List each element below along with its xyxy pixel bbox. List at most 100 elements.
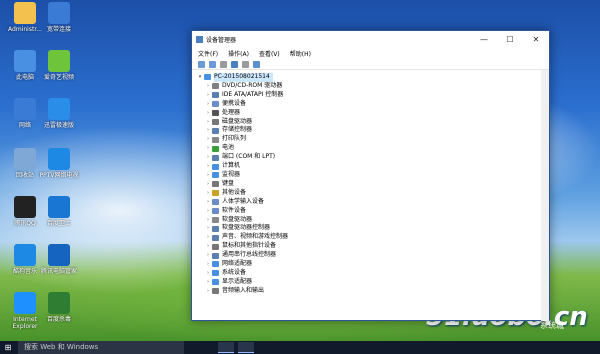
expand-arrow-icon[interactable]: › — [204, 198, 212, 207]
expand-arrow-icon[interactable]: › — [204, 189, 212, 198]
device-manager-icon — [196, 36, 203, 43]
desktop-icon[interactable]: 百度杀毒 — [38, 292, 80, 323]
device-category[interactable]: › 声音、视频和游戏控制器 — [196, 233, 549, 242]
expand-arrow-icon[interactable]: › — [204, 207, 212, 216]
device-category[interactable]: › 电池 — [196, 144, 549, 153]
desktop-icon-label: 百度杀毒 — [46, 316, 71, 323]
app-icon — [48, 244, 70, 266]
device-category[interactable]: › 计算机 — [196, 162, 549, 171]
scrollbar[interactable] — [541, 70, 549, 321]
expand-arrow-icon[interactable]: › — [204, 233, 212, 242]
expand-arrow-icon[interactable]: › — [204, 242, 212, 251]
menu-file[interactable]: 文件(F) — [198, 49, 218, 58]
app-icon — [14, 196, 36, 218]
expand-arrow-icon[interactable]: › — [204, 135, 212, 144]
device-icon — [212, 172, 219, 179]
expand-arrow-icon[interactable]: › — [204, 153, 212, 162]
expand-arrow-icon[interactable]: › — [204, 269, 212, 278]
expand-arrow-icon[interactable]: › — [204, 118, 212, 127]
maximize-button[interactable]: ☐ — [497, 35, 523, 44]
task-view-button[interactable] — [198, 342, 214, 353]
device-category-label: 监视器 — [222, 170, 241, 178]
list-icon[interactable] — [242, 60, 249, 68]
device-category[interactable]: › 其他设备 — [196, 189, 549, 198]
help-icon[interactable] — [231, 60, 238, 68]
desktop: Administr... 宽带连接 此电脑 爱奇艺视频 网络 迅雷极速版 回收站 PPTV网络… — [0, 0, 90, 340]
desktop-icon-label: PPTV网络电视 — [39, 172, 79, 179]
app-icon — [48, 196, 70, 218]
expand-arrow-icon[interactable]: › — [204, 162, 212, 171]
device-category-label: 端口 (COM 和 LPT) — [222, 153, 276, 161]
device-category[interactable]: › 显示适配器 — [196, 278, 549, 287]
menu-view[interactable]: 查看(V) — [259, 49, 280, 58]
expand-arrow-icon[interactable]: › — [204, 109, 212, 118]
taskbar-app-explorer[interactable] — [218, 342, 234, 353]
device-category-label: 计算机 — [222, 162, 241, 170]
device-category-label: 便携设备 — [222, 99, 247, 107]
start-button[interactable]: ⊞ — [0, 341, 16, 354]
expand-arrow-icon[interactable]: › — [204, 287, 212, 296]
expand-arrow-icon[interactable]: › — [204, 278, 212, 287]
desktop-icon[interactable]: 宽带连接 — [38, 2, 80, 33]
device-category[interactable]: › 软件设备 — [196, 207, 549, 216]
expand-arrow-icon[interactable]: › — [204, 216, 212, 225]
expand-arrow-icon[interactable]: › — [204, 224, 212, 233]
app-icon — [48, 50, 70, 72]
device-category-label: 系统设备 — [222, 268, 247, 276]
search-box[interactable]: 搜索 Web 和 Windows — [18, 341, 184, 354]
menu-help[interactable]: 帮助(H) — [290, 49, 311, 58]
device-category-label: 通用串行总线控制器 — [222, 251, 277, 259]
device-category[interactable]: › 处理器 — [196, 109, 549, 118]
forward-icon[interactable] — [209, 60, 216, 68]
desktop-icon[interactable]: 迅雷极速版 — [38, 98, 80, 129]
device-category[interactable]: › 键盘 — [196, 180, 549, 189]
device-category[interactable]: › 端口 (COM 和 LPT) — [196, 153, 549, 162]
device-category[interactable]: › 打印队列 — [196, 135, 549, 144]
back-icon[interactable] — [198, 60, 205, 68]
desktop-icon[interactable]: 爱奇艺视频 — [38, 50, 80, 81]
desktop-icon-label: 腾讯电脑管家 — [40, 268, 77, 275]
menu-action[interactable]: 操作(A) — [228, 49, 249, 58]
device-icon — [212, 136, 219, 143]
device-category[interactable]: › 人体学输入设备 — [196, 198, 549, 207]
device-category[interactable]: › 通用串行总线控制器 — [196, 251, 549, 260]
expand-arrow-icon[interactable]: › — [204, 180, 212, 189]
expand-arrow-icon[interactable]: › — [204, 100, 212, 109]
scan-icon[interactable] — [253, 60, 260, 68]
device-category[interactable]: › 便携设备 — [196, 100, 549, 109]
device-category[interactable]: › 音频输入和输出 — [196, 287, 549, 296]
expand-arrow-icon[interactable]: › — [204, 91, 212, 100]
tree-root[interactable]: ▾ PC-201508021514 — [196, 73, 549, 82]
device-category[interactable]: › DVD/CD-ROM 驱动器 — [196, 82, 549, 91]
device-category-label: 人体学输入设备 — [222, 197, 265, 205]
device-category[interactable]: › 鼠标和其他指针设备 — [196, 242, 549, 251]
device-icon — [212, 261, 219, 268]
desktop-icon[interactable]: 腾讯电脑管家 — [38, 244, 80, 275]
device-category-label: 显示适配器 — [222, 277, 253, 285]
device-category[interactable]: › 系统设备 — [196, 269, 549, 278]
expand-arrow-icon[interactable]: › — [204, 171, 212, 180]
device-category[interactable]: › 存储控制器 — [196, 126, 549, 135]
device-category[interactable]: › IDE ATA/ATAPI 控制器 — [196, 91, 549, 100]
desktop-icon-label: 迅雷极速版 — [43, 122, 74, 129]
device-category[interactable]: › 软盘驱动器控制器 — [196, 224, 549, 233]
expand-arrow-icon[interactable]: › — [204, 82, 212, 91]
device-category[interactable]: › 监视器 — [196, 171, 549, 180]
app-icon — [14, 148, 36, 170]
watermark-sub: 系统城 — [540, 321, 564, 330]
expand-arrow-icon[interactable]: › — [204, 260, 212, 269]
expand-arrow-icon[interactable]: › — [204, 144, 212, 153]
minimize-button[interactable]: — — [471, 35, 497, 44]
device-icon — [212, 225, 219, 232]
collapse-arrow-icon[interactable]: ▾ — [196, 73, 204, 82]
expand-arrow-icon[interactable]: › — [204, 126, 212, 135]
properties-icon[interactable] — [220, 60, 227, 68]
desktop-icon[interactable]: 百度卫士 — [38, 196, 80, 227]
close-button[interactable]: ✕ — [523, 35, 549, 44]
desktop-icon-label: 宽带连接 — [46, 26, 71, 33]
expand-arrow-icon[interactable]: › — [204, 251, 212, 260]
device-icon — [212, 154, 219, 161]
desktop-icon[interactable]: PPTV网络电视 — [38, 148, 80, 179]
taskbar-app-device-manager[interactable] — [238, 342, 254, 353]
device-category[interactable]: › 网络适配器 — [196, 260, 549, 269]
